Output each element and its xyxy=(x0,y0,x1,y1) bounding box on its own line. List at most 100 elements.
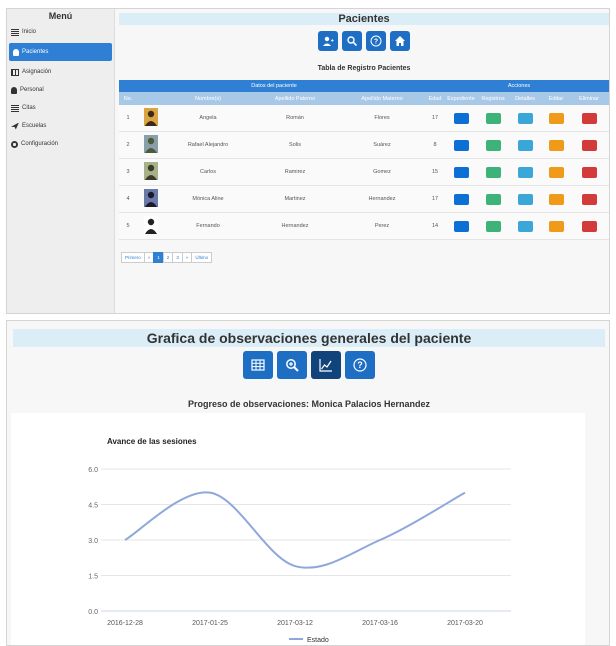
table-icon xyxy=(251,359,265,371)
cell-expediente xyxy=(445,166,477,178)
zoom-icon xyxy=(286,359,299,372)
cell-expediente xyxy=(445,220,477,232)
patient-photo xyxy=(144,108,158,126)
table-row: 5 Fernando Hernandez Perez 14 xyxy=(119,213,609,240)
search-button[interactable] xyxy=(342,31,362,51)
table-view-button[interactable] xyxy=(243,351,273,379)
chart-view-button[interactable] xyxy=(311,351,341,379)
cell-editar xyxy=(541,112,571,124)
table-row: 3 Carlos Ramirez Gomez 15 xyxy=(119,159,609,186)
sidebar-item-personal[interactable]: Personal xyxy=(7,81,114,99)
patient-photo xyxy=(144,216,158,234)
editar-button[interactable] xyxy=(548,193,564,205)
expediente-button[interactable] xyxy=(453,139,469,151)
legend-label: Estado xyxy=(307,637,329,644)
registros-button[interactable] xyxy=(485,139,501,151)
detalles-button[interactable] xyxy=(517,166,533,178)
detalles-button[interactable] xyxy=(517,220,533,232)
cell-detalles xyxy=(509,166,541,178)
graph-page-title: Grafica de observaciones generales del p… xyxy=(13,329,605,347)
cell-name: Carlos xyxy=(200,169,216,175)
sidebar: Menú Inicio Pacientes Asignación Persona… xyxy=(7,9,115,313)
patients-toolbar: ? xyxy=(119,31,609,51)
sidebar-item-configuracion[interactable]: Configuración xyxy=(7,135,114,153)
expediente-button[interactable] xyxy=(453,166,469,178)
table-group-header: Datos del paciente Acciones xyxy=(119,80,609,92)
cell-detalles xyxy=(509,220,541,232)
column-header: No. xyxy=(123,95,133,102)
sidebar-item-label: Asignación xyxy=(22,69,52,75)
eliminar-button[interactable] xyxy=(581,139,597,151)
editar-button[interactable] xyxy=(548,220,564,232)
user-icon xyxy=(11,86,17,94)
detalles-button[interactable] xyxy=(517,139,533,151)
registros-button[interactable] xyxy=(485,193,501,205)
registros-button[interactable] xyxy=(485,220,501,232)
column-header: Detalles xyxy=(515,95,535,102)
cell-no: 1 xyxy=(126,115,130,121)
editar-button[interactable] xyxy=(548,112,564,124)
help-icon: ? xyxy=(370,35,382,47)
sidebar-item-asignacion[interactable]: Asignación xyxy=(7,63,114,81)
sidebar-item-escuelas[interactable]: Escuelas xyxy=(7,117,114,135)
registros-button[interactable] xyxy=(485,112,501,124)
sidebar-item-label: Pacientes xyxy=(22,49,49,55)
column-header: Edad xyxy=(428,95,442,102)
cell-apellido-materno: Flores xyxy=(374,115,390,121)
zoom-button[interactable] xyxy=(277,351,307,379)
chart-title: Avance de las sesiones xyxy=(107,437,197,446)
y-tick-label: 0.0 xyxy=(88,609,98,616)
cell-expediente xyxy=(445,193,477,205)
help-button[interactable]: ? xyxy=(366,31,386,51)
expediente-button[interactable] xyxy=(453,220,469,232)
column-header: Apellido Paterno xyxy=(274,95,316,102)
graph-help-button[interactable]: ? xyxy=(345,351,375,379)
cell-registros xyxy=(477,220,509,232)
add-patient-button[interactable] xyxy=(318,31,338,51)
add-user-icon xyxy=(323,36,334,46)
help-icon: ? xyxy=(353,358,367,372)
pagination-last[interactable]: Último xyxy=(191,252,213,263)
pagination-first[interactable]: Primero xyxy=(121,252,145,263)
cell-apellido-paterno: Hernandez xyxy=(281,223,309,229)
patient-photo xyxy=(144,162,158,180)
detalles-button[interactable] xyxy=(517,112,533,124)
cell-registros xyxy=(477,166,509,178)
patients-panel: Menú Inicio Pacientes Asignación Persona… xyxy=(6,8,610,314)
patient-photo-cell xyxy=(137,189,165,209)
chart-svg: Avance de las sesiones 0.0 1.5 3.0 4.5 6.0 201… xyxy=(88,437,511,644)
cell-editar xyxy=(541,193,571,205)
plane-icon xyxy=(11,122,19,130)
detalles-button[interactable] xyxy=(517,193,533,205)
cell-no: 4 xyxy=(126,196,130,202)
home-button[interactable] xyxy=(390,31,410,51)
sidebar-item-citas[interactable]: Citas xyxy=(7,99,114,117)
x-tick-label: 2017-03-12 xyxy=(277,620,313,627)
x-tick-label: 2017-03-16 xyxy=(362,620,398,627)
registros-button[interactable] xyxy=(485,166,501,178)
user-icon xyxy=(13,48,19,56)
group-header-actions: Acciones xyxy=(507,83,531,89)
eliminar-button[interactable] xyxy=(581,112,597,124)
editar-button[interactable] xyxy=(548,166,564,178)
sidebar-item-inicio[interactable]: Inicio xyxy=(7,23,114,41)
eliminar-button[interactable] xyxy=(581,193,597,205)
expediente-button[interactable] xyxy=(453,193,469,205)
patient-photo-cell xyxy=(137,162,165,182)
eliminar-button[interactable] xyxy=(581,166,597,178)
sidebar-item-pacientes[interactable]: Pacientes xyxy=(9,43,112,61)
patient-photo xyxy=(144,189,158,207)
eliminar-button[interactable] xyxy=(581,220,597,232)
list-icon xyxy=(11,28,19,36)
graph-title: Progreso de observaciones: Monica Palaci… xyxy=(187,399,431,409)
cell-registros xyxy=(477,193,509,205)
patient-photo-cell xyxy=(137,135,165,155)
cell-apellido-paterno: Solis xyxy=(289,142,301,148)
cell-apellido-paterno: Román xyxy=(286,115,304,121)
cell-eliminar xyxy=(571,220,607,232)
cell-apellido-materno: Suárez xyxy=(373,142,391,148)
expediente-button[interactable] xyxy=(453,112,469,124)
graph-panel: Grafica de observaciones generales del p… xyxy=(6,320,610,646)
editar-button[interactable] xyxy=(548,139,564,151)
home-icon xyxy=(395,36,405,46)
